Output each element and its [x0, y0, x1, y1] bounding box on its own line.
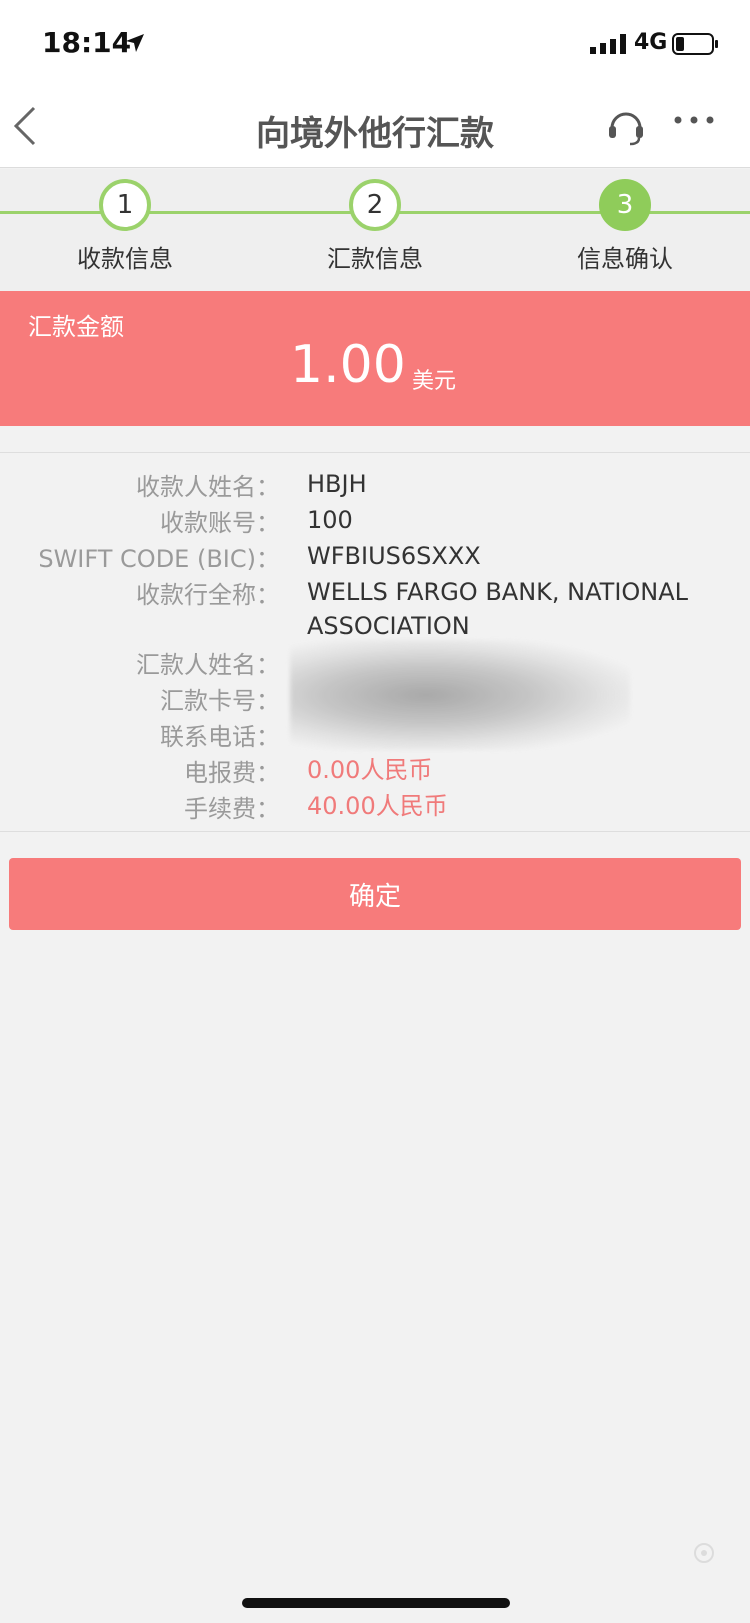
customer-service-headset-icon[interactable]: [606, 104, 646, 148]
amount-unit: 美元: [412, 369, 457, 394]
amount-label: 汇款金额: [28, 313, 124, 341]
status-bar: 18:14 4G: [0, 0, 750, 88]
step-label: 收款信息: [77, 245, 173, 273]
detail-row: 收款账号： 100: [0, 503, 750, 539]
detail-value-fee: 40.00人民币: [307, 792, 448, 820]
detail-label: 手续费：: [184, 795, 280, 823]
detail-label: 汇款卡号：: [160, 687, 280, 715]
detail-value: 100: [307, 506, 353, 534]
step-receiver-info: 1 收款信息: [25, 179, 225, 274]
detail-label: 电报费：: [184, 759, 280, 787]
detail-row: SWIFT CODE (BIC)： WFBIUS6SXXX: [0, 539, 750, 575]
signal-icon: [590, 34, 626, 54]
amount-value: 1.00: [290, 335, 406, 395]
detail-label: SWIFT CODE (BIC)：: [38, 545, 280, 573]
detail-value: HBJH: [307, 470, 367, 498]
detail-row: 收款人姓名： HBJH: [0, 467, 750, 503]
detail-label: 收款人姓名：: [136, 473, 280, 501]
detail-label: 汇款人姓名：: [136, 651, 280, 679]
step-number: 2: [349, 179, 401, 231]
detail-label: 联系电话：: [160, 723, 280, 751]
location-arrow-icon: [126, 34, 144, 52]
confirm-button[interactable]: 确定: [9, 858, 741, 930]
detail-label: 收款行全称：: [136, 581, 280, 609]
amount-banner: 汇款金额 1.00 美元: [0, 291, 750, 426]
detail-label: 收款账号：: [160, 509, 280, 537]
detail-value-fee: 0.00人民币: [307, 756, 433, 784]
step-confirm-info: 3 信息确认: [525, 179, 725, 274]
detail-value: WFBIUS6SXXX: [307, 542, 481, 570]
more-options-icon[interactable]: [672, 112, 716, 128]
detail-row: 收款行全称： WELLS FARGO BANK, NATIONAL ASSOCI…: [0, 575, 750, 645]
watermark-logo-icon: [694, 1543, 714, 1563]
battery-icon: [672, 33, 718, 55]
step-number: 1: [99, 179, 151, 231]
step-label: 汇款信息: [327, 245, 423, 273]
network-type: 4G: [634, 30, 668, 55]
step-label: 信息确认: [577, 245, 673, 273]
detail-row: 手续费： 40.00人民币: [0, 789, 750, 825]
privacy-blur-mask: [290, 640, 630, 750]
step-remit-info: 2 汇款信息: [275, 179, 475, 274]
step-number-active: 3: [599, 179, 651, 231]
detail-row: 电报费： 0.00人民币: [0, 753, 750, 789]
home-indicator[interactable]: [242, 1598, 510, 1608]
status-time: 18:14: [42, 26, 132, 59]
nav-bar: 向境外他行汇款: [0, 88, 750, 168]
detail-value: WELLS FARGO BANK, NATIONAL ASSOCIATION: [307, 578, 689, 640]
progress-stepper: 1 收款信息 2 汇款信息 3 信息确认: [0, 169, 750, 291]
